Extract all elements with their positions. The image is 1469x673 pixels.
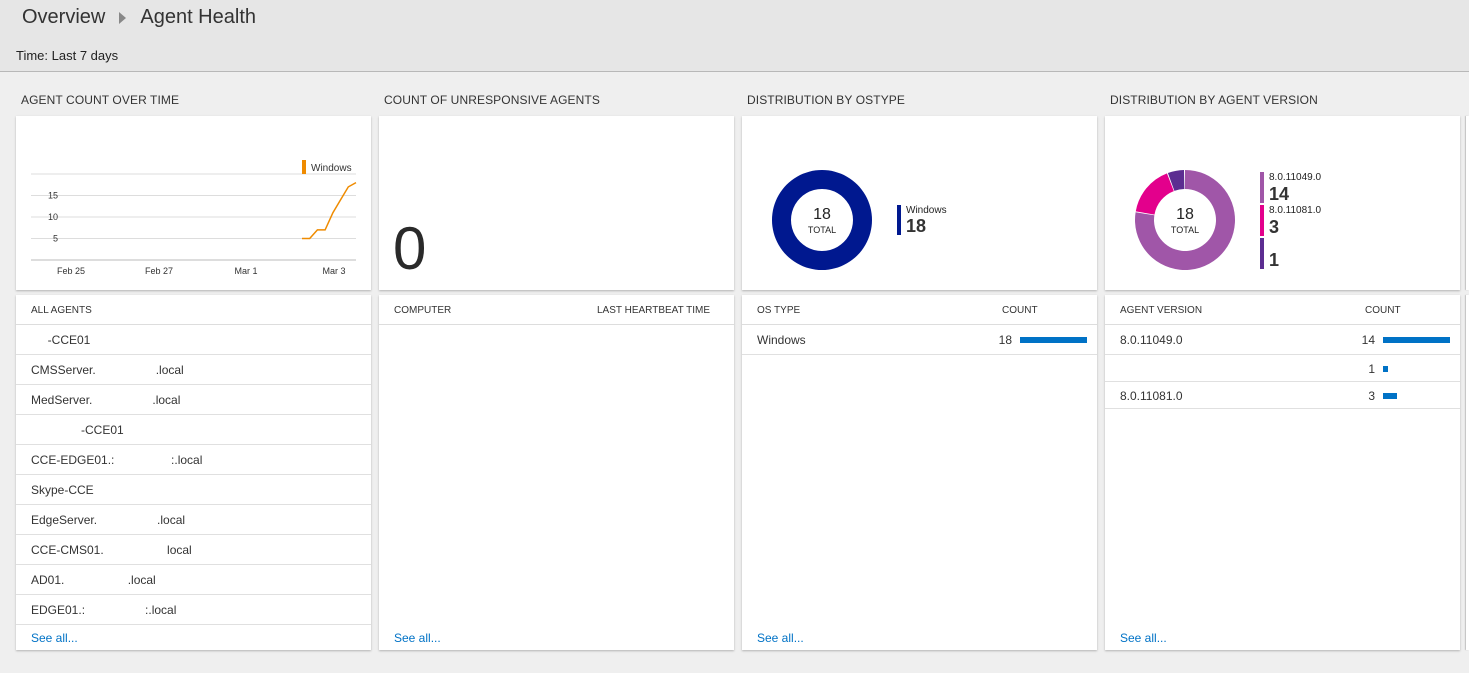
unresponsive-count: 0 <box>393 215 427 282</box>
chevron-right-icon <box>119 11 127 24</box>
version-see-all-link[interactable]: See all... <box>1120 631 1167 645</box>
agent-version-tile[interactable]: 18 TOTAL 8.0.11049.0 14 8.0.11081.0 3 1 <box>1105 116 1460 290</box>
page-title: Agent Health <box>140 6 256 28</box>
x-tick-label: Feb 27 <box>145 266 173 276</box>
agent-version-column-header: AGENT VERSION <box>1120 305 1203 316</box>
ostype-header: OS TYPE COUNT <box>742 295 1097 325</box>
computer-column-header: COMPUTER <box>394 305 452 316</box>
x-tick-label: Mar 1 <box>234 266 257 276</box>
unresponsive-title: COUNT OF UNRESPONSIVE AGENTS <box>384 93 600 107</box>
version-row-bar <box>1383 337 1450 343</box>
version-row[interactable]: 1 <box>1105 355 1460 382</box>
version-legend-swatch-1 <box>1260 172 1264 203</box>
version-total: 18 TOTAL <box>1155 206 1215 235</box>
version-row-label: 8.0.11049.0 <box>1120 333 1183 347</box>
version-row-bar <box>1383 393 1397 399</box>
version-row-count: 14 <box>1361 333 1375 347</box>
version-legend-value-1: 14 <box>1269 184 1290 204</box>
agent-row[interactable]: EDGE01.: :.local <box>16 595 371 625</box>
version-legend-swatch-3 <box>1260 238 1264 269</box>
all-agents-header-label: ALL AGENTS <box>31 305 92 316</box>
version-legend-swatch-2 <box>1260 205 1264 236</box>
agent-count-tile[interactable]: 15 10 5 Feb 25 Feb 27 Mar 1 Mar 3 Windows <box>16 116 371 290</box>
os-count-column-header: COUNT <box>1002 305 1038 316</box>
x-tick-label: Mar 3 <box>322 266 345 276</box>
ostype-see-all-link[interactable]: See all... <box>757 631 804 645</box>
unresponsive-tile[interactable]: 0 <box>379 116 734 290</box>
version-row[interactable]: 8.0.11049.0 14 <box>1105 325 1460 355</box>
ostype-legend-value: 18 <box>906 216 927 236</box>
version-legend-name-1: 8.0.11049.0 <box>1269 172 1322 183</box>
ostype-row-label: Windows <box>757 333 806 347</box>
version-row[interactable]: 8.0.11081.0 3 <box>1105 382 1460 409</box>
unresponsive-panel: COMPUTER LAST HEARTBEAT TIME See all... <box>379 295 734 650</box>
version-row-label: 8.0.11081.0 <box>1120 389 1183 403</box>
y-tick-label: 5 <box>53 234 58 244</box>
agent-version-header: AGENT VERSION COUNT <box>1105 295 1460 325</box>
ostype-total-value: 18 <box>813 206 831 223</box>
version-legend-name-2: 8.0.11081.0 <box>1269 205 1322 216</box>
agent-name: MedServer. .local <box>31 393 181 407</box>
agent-name: CCE-EDGE01.: :.local <box>31 453 203 467</box>
version-total-value: 18 <box>1176 206 1194 223</box>
version-row-bar <box>1383 366 1388 372</box>
agent-row[interactable]: CCE-EDGE01.: :.local <box>16 445 371 475</box>
version-count-column-header: COUNT <box>1365 305 1401 316</box>
agent-version-panel: AGENT VERSION COUNT 8.0.11049.0 14 1 8.0.11… <box>1105 295 1460 650</box>
agent-name: EdgeServer. .local <box>31 513 186 527</box>
ostype-donut <box>771 170 872 270</box>
unresponsive-header: COMPUTER LAST HEARTBEAT TIME <box>379 295 734 325</box>
heartbeat-column-header: LAST HEARTBEAT TIME <box>597 305 710 316</box>
unresponsive-see-all-link[interactable]: See all... <box>394 631 441 645</box>
agent-count-chart: 15 10 5 Feb 25 Feb 27 Mar 1 Mar 3 Windows <box>31 160 357 276</box>
ostype-row-bar <box>1020 337 1087 343</box>
legend-swatch-windows <box>302 160 306 174</box>
agent-version-title: DISTRIBUTION BY AGENT VERSION <box>1110 93 1318 107</box>
breadcrumb: Overview Agent Health <box>22 6 256 29</box>
ostype-title: DISTRIBUTION BY OSTYPE <box>747 93 906 107</box>
agent-row[interactable]: CMSServer. .local <box>16 355 371 385</box>
y-tick-label: 15 <box>48 191 58 201</box>
ostype-tile[interactable]: 18 TOTAL Windows 18 <box>742 116 1097 290</box>
breadcrumb-overview-link[interactable]: Overview <box>22 6 105 29</box>
ostype-legend-name: Windows <box>906 205 947 216</box>
version-row-count: 1 <box>1368 362 1375 376</box>
ostype-total: 18 TOTAL <box>792 206 852 235</box>
agent-row[interactable]: AD01. .local <box>16 565 371 595</box>
ostype-row-count: 18 <box>998 333 1012 347</box>
version-legend-value-3: 1 <box>1269 250 1280 270</box>
agent-row[interactable]: -CCE01 <box>16 325 371 355</box>
agent-name: -CCE01 <box>31 423 124 437</box>
page-header: Overview Agent Health Time: Last 7 days <box>0 0 1469 72</box>
legend-label-windows: Windows <box>311 163 352 174</box>
agent-name: EDGE01.: :.local <box>31 603 177 617</box>
agent-name: Skype-CCE <box>31 483 94 497</box>
agent-row[interactable]: EdgeServer. .local <box>16 505 371 535</box>
time-filter[interactable]: Time: Last 7 days <box>16 48 118 63</box>
x-tick-label: Feb 25 <box>57 266 85 276</box>
agent-name: AD01. .local <box>31 573 156 587</box>
all-agents-header: ALL AGENTS <box>16 295 371 325</box>
os-type-column-header: OS TYPE <box>757 305 801 316</box>
series-line-windows <box>302 181 357 240</box>
version-row-count: 3 <box>1368 389 1375 403</box>
y-tick-label: 10 <box>48 212 58 222</box>
agent-name: CCE-CMS01. local <box>31 543 192 557</box>
ostype-row[interactable]: Windows 18 <box>742 325 1097 355</box>
agent-row[interactable]: CCE-CMS01. local <box>16 535 371 565</box>
all-agents-see-all-link[interactable]: See all... <box>31 631 78 645</box>
ostype-total-label: TOTAL <box>807 225 837 235</box>
version-total-label: TOTAL <box>1170 225 1200 235</box>
all-agents-panel: ALL AGENTS -CCE01 CMSServer. .local MedSer… <box>16 295 371 650</box>
agent-row[interactable]: MedServer. .local <box>16 385 371 415</box>
ostype-legend-swatch <box>897 205 901 235</box>
agent-name: CMSServer. .local <box>31 363 184 377</box>
version-legend-value-2: 3 <box>1269 217 1280 237</box>
ostype-panel: OS TYPE COUNT Windows 18 See all... <box>742 295 1097 650</box>
agent-count-title: AGENT COUNT OVER TIME <box>21 93 180 107</box>
agent-row[interactable]: -CCE01 <box>16 415 371 445</box>
agent-row[interactable]: Skype-CCE <box>16 475 371 505</box>
agent-name: -CCE01 <box>31 333 91 347</box>
